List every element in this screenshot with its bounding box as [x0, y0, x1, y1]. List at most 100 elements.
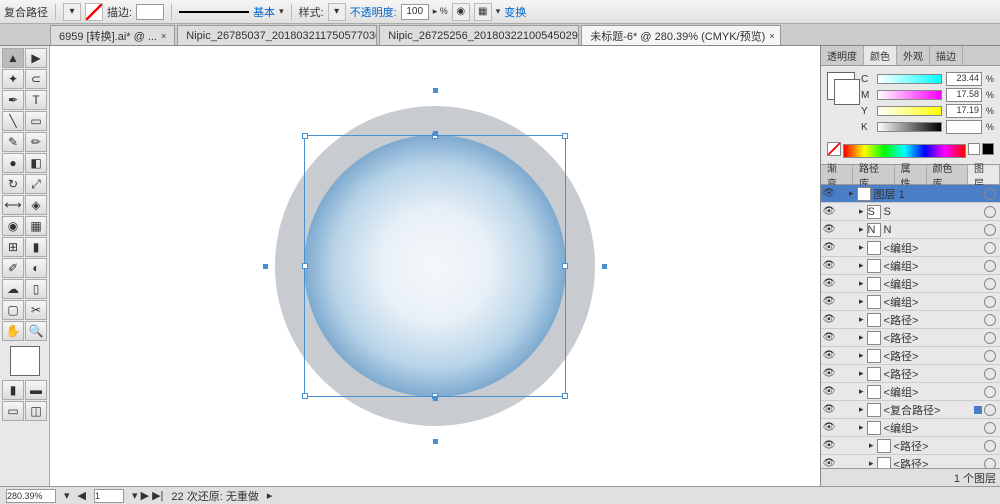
artboard-nav[interactable]	[94, 489, 124, 503]
graph-tool[interactable]: ▯	[25, 279, 47, 299]
direct-select-tool[interactable]: ▶	[25, 48, 47, 68]
hand-tool[interactable]: ✋	[2, 321, 24, 341]
visibility-icon[interactable]: 👁	[821, 296, 837, 307]
anchor-top[interactable]	[433, 88, 438, 93]
anchor-right[interactable]	[602, 264, 607, 269]
m-slider[interactable]	[877, 90, 942, 100]
blob-tool[interactable]: ●	[2, 153, 24, 173]
layer-row[interactable]: 👁▸<复合路径>	[821, 401, 1000, 419]
target-icon[interactable]	[984, 386, 996, 398]
layer-row[interactable]: 👁▸<编组>	[821, 293, 1000, 311]
layer-row[interactable]: 👁▸<编组>	[821, 275, 1000, 293]
perspective-tool[interactable]: ▦	[25, 216, 47, 236]
m-value[interactable]: 17.58	[946, 88, 982, 102]
tab-swatches[interactable]: 颜色库	[927, 165, 969, 184]
y-value[interactable]: 17.19	[946, 104, 982, 118]
visibility-icon[interactable]: 👁	[821, 314, 837, 325]
visibility-icon[interactable]: 👁	[821, 260, 837, 271]
target-icon[interactable]	[984, 206, 996, 218]
white-swatch[interactable]	[968, 143, 980, 155]
type-tool[interactable]: T	[25, 90, 47, 110]
target-icon[interactable]	[984, 404, 996, 416]
target-icon[interactable]	[984, 422, 996, 434]
draw-mode[interactable]: ◫	[25, 401, 47, 421]
rotate-tool[interactable]: ↻	[2, 174, 24, 194]
visibility-icon[interactable]: 👁	[821, 440, 837, 451]
visibility-icon[interactable]: 👁	[821, 278, 837, 289]
opacity-label[interactable]: 不透明度:	[350, 4, 397, 20]
k-value[interactable]	[946, 120, 982, 134]
doc-tab-0[interactable]: 6959 [转换].ai* @ ...×	[50, 25, 175, 45]
visibility-icon[interactable]: 👁	[821, 404, 837, 415]
c-value[interactable]: 23.44	[946, 72, 982, 86]
layer-row[interactable]: 👁▸<路径>	[821, 311, 1000, 329]
layer-row[interactable]: 👁▸NN	[821, 221, 1000, 239]
brush-tool[interactable]: ✎	[2, 132, 24, 152]
visibility-icon[interactable]: 👁	[821, 242, 837, 253]
layer-row[interactable]: 👁▸<路径>	[821, 365, 1000, 383]
layer-row[interactable]: 👁▸<编组>	[821, 257, 1000, 275]
visibility-icon[interactable]: 👁	[821, 224, 837, 235]
k-slider[interactable]	[877, 122, 942, 132]
tab-layers[interactable]: 图层	[968, 165, 1000, 184]
layer-row[interactable]: 👁▸图层 1	[821, 185, 1000, 203]
doc-tab-1[interactable]: Nipic_26785037_20180321175057703037.ai*×	[177, 25, 377, 45]
visibility-icon[interactable]: 👁	[821, 386, 837, 397]
line-tool[interactable]: ╲	[2, 111, 24, 131]
c-slider[interactable]	[877, 74, 942, 84]
visibility-icon[interactable]: 👁	[821, 368, 837, 379]
selection-tool[interactable]: ▲	[2, 48, 24, 68]
recolor-icon[interactable]: ◉	[452, 3, 470, 21]
align-icon[interactable]: ▦	[474, 3, 492, 21]
target-icon[interactable]	[984, 440, 996, 452]
none-swatch[interactable]	[827, 142, 841, 156]
tab-stroke[interactable]: 描边	[930, 46, 963, 65]
target-icon[interactable]	[984, 332, 996, 344]
layer-row[interactable]: 👁▸<编组>	[821, 383, 1000, 401]
target-icon[interactable]	[984, 314, 996, 326]
mesh-tool[interactable]: ⊞	[2, 237, 24, 257]
fill-stroke-preview[interactable]	[827, 72, 855, 100]
handle-w[interactable]	[302, 263, 308, 269]
target-icon[interactable]	[984, 224, 996, 236]
layer-row[interactable]: 👁▸<路径>	[821, 347, 1000, 365]
tab-pathlib[interactable]: 路径库	[853, 165, 895, 184]
target-icon[interactable]	[984, 350, 996, 362]
handle-sw[interactable]	[302, 393, 308, 399]
anchor-bottom[interactable]	[433, 439, 438, 444]
outer-ring[interactable]	[275, 106, 595, 426]
doc-tab-2[interactable]: Nipic_26725256_20180322100545029030.ai*×	[379, 25, 579, 45]
layer-row[interactable]: 👁▸<编组>	[821, 419, 1000, 437]
symbol-tool[interactable]: ☁	[2, 279, 24, 299]
close-icon[interactable]: ×	[769, 31, 774, 41]
gradient-mode[interactable]: ▬	[25, 380, 47, 400]
black-swatch[interactable]	[982, 143, 994, 155]
zoom-tool[interactable]: 🔍	[25, 321, 47, 341]
rectangle-tool[interactable]: ▭	[25, 111, 47, 131]
anchor-left[interactable]	[263, 264, 268, 269]
stroke-preview[interactable]	[179, 11, 249, 13]
doc-tab-3[interactable]: 未标题-6* @ 280.39% (CMYK/预览)×	[581, 25, 781, 45]
visibility-icon[interactable]: 👁	[821, 206, 837, 217]
opacity-input[interactable]	[401, 4, 429, 20]
free-transform-tool[interactable]: ◈	[25, 195, 47, 215]
handle-e[interactable]	[562, 263, 568, 269]
shape-builder-tool[interactable]: ◉	[2, 216, 24, 236]
blend-tool[interactable]: ◐	[25, 258, 47, 278]
target-icon[interactable]	[984, 260, 996, 272]
y-slider[interactable]	[877, 106, 942, 116]
pencil-tool[interactable]: ✏	[25, 132, 47, 152]
handle-ne[interactable]	[562, 133, 568, 139]
basic-label[interactable]: 基本	[253, 4, 275, 20]
visibility-icon[interactable]: 👁	[821, 188, 837, 199]
visibility-icon[interactable]: 👁	[821, 458, 837, 468]
gradient-tool[interactable]: ▮	[25, 237, 47, 257]
target-icon[interactable]	[984, 296, 996, 308]
layer-row[interactable]: 👁▸<路径>	[821, 455, 1000, 468]
target-icon[interactable]	[984, 368, 996, 380]
width-tool[interactable]: ⟷	[2, 195, 24, 215]
no-fill-icon[interactable]	[85, 3, 103, 21]
zoom-input[interactable]	[6, 489, 56, 503]
visibility-icon[interactable]: 👁	[821, 422, 837, 433]
anchor-top-inner[interactable]	[433, 131, 438, 136]
